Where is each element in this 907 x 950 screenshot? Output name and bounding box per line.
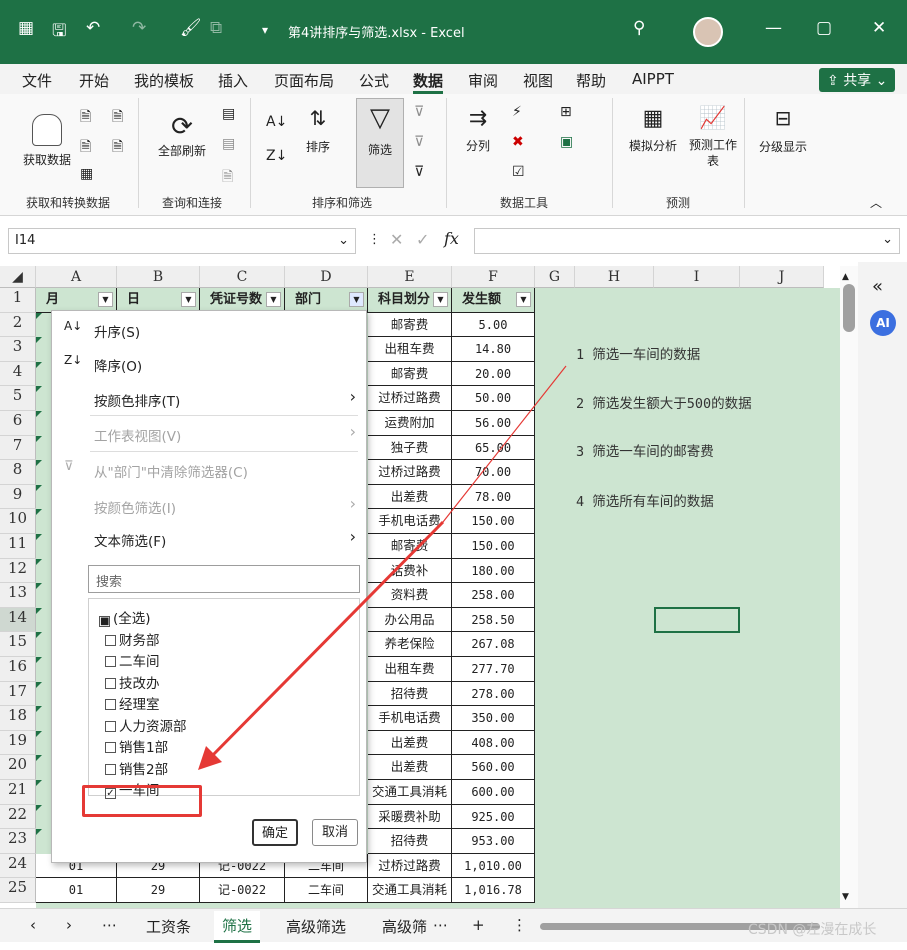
- more-icon[interactable]: ⋮: [512, 916, 527, 934]
- sheet-tab[interactable]: 高级筛选: [286, 916, 346, 937]
- more-sheets-icon[interactable]: ⋯: [102, 916, 117, 934]
- next-sheet-icon[interactable]: ›: [66, 916, 72, 934]
- sheet-tabs-bar: ‹ › ⋯ 工资条 筛选 高级筛选 高级筛 ⋯ + ⋮ CSDN @左漫在成长: [0, 908, 907, 943]
- watermark: CSDN @左漫在成长: [748, 922, 877, 938]
- sheet-tab[interactable]: 工资条: [146, 916, 191, 937]
- prev-sheet-icon[interactable]: ‹: [30, 916, 36, 934]
- annotation-arrows: [198, 365, 567, 770]
- thin-red-line: [442, 365, 567, 523]
- red-arrow-line: [206, 520, 445, 762]
- more-sheets-icon[interactable]: ⋯: [433, 916, 448, 934]
- sheet-tab-active[interactable]: 筛选: [214, 911, 261, 943]
- sheet-tab[interactable]: 高级筛: [382, 916, 427, 937]
- add-sheet-icon[interactable]: +: [472, 916, 485, 934]
